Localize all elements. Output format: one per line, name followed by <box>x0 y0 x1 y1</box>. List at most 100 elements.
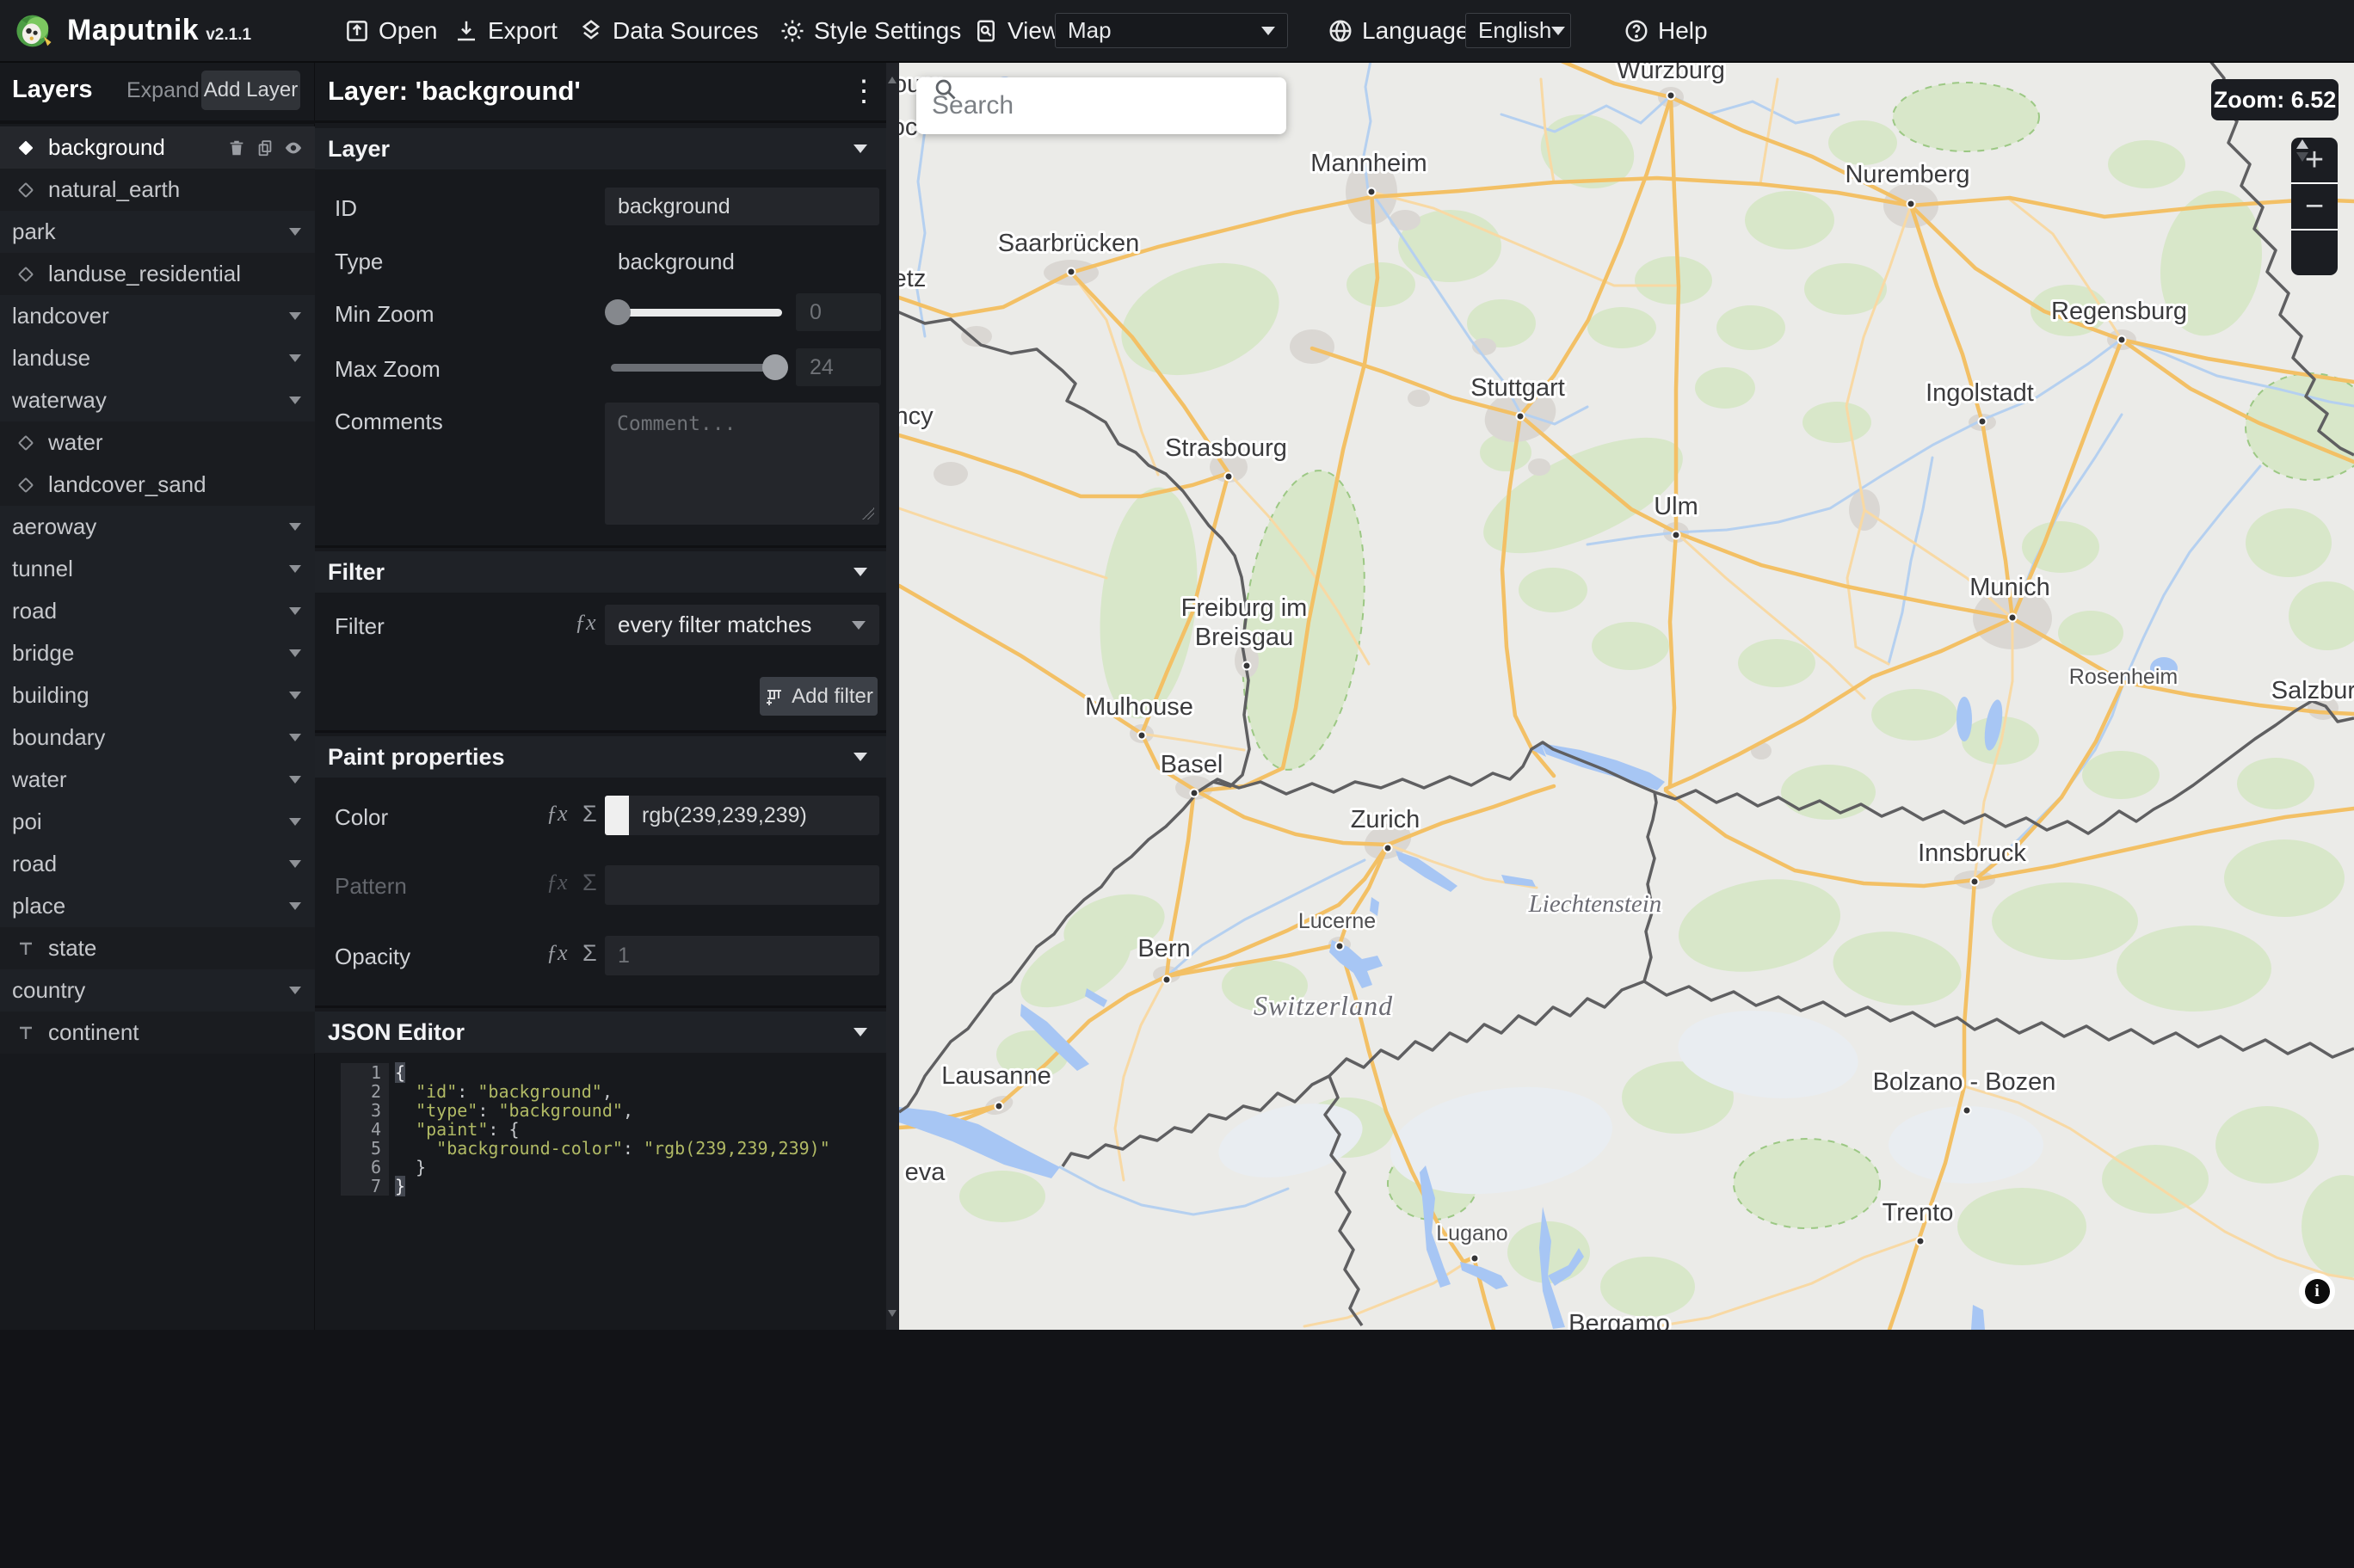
json-code-editor[interactable]: 1{2 "id": "background", 3 "type": "backgr… <box>341 1062 881 1196</box>
chevron-down-icon <box>289 607 301 615</box>
compass-button[interactable] <box>2291 139 2338 275</box>
layer-item-road[interactable]: road <box>0 843 315 885</box>
nav-item-data-sources[interactable]: Data Sources <box>578 0 759 61</box>
layer-item-road[interactable]: road <box>0 590 315 632</box>
section-json-editor[interactable]: JSON Editor <box>315 1012 886 1053</box>
opacity-field[interactable]: 1 <box>605 936 879 975</box>
nav-item-help[interactable]: Help <box>1624 0 1708 61</box>
section-paint[interactable]: Paint properties <box>315 736 886 778</box>
view-select[interactable]: Map <box>1055 13 1288 48</box>
code-line: 7} <box>341 1176 881 1196</box>
min-zoom-slider-thumb[interactable] <box>605 299 631 325</box>
layer-item-poi[interactable]: poi <box>0 801 315 843</box>
layer-item-place[interactable]: place <box>0 885 315 927</box>
nav-item-view[interactable]: View <box>973 0 1059 61</box>
map-label: Mannheim <box>1310 150 1427 177</box>
comments-label: Comments <box>335 409 443 434</box>
map-label: Bolzano - Bozen <box>1873 1068 2056 1096</box>
scroll-up-icon[interactable] <box>888 77 897 83</box>
nav-item-label: Help <box>1658 16 1708 44</box>
delete-layer-icon[interactable] <box>227 138 246 157</box>
add-layer-button[interactable]: Add Layer <box>201 71 300 110</box>
layer-item-water[interactable]: water <box>0 421 315 464</box>
layer-item-natural_earth[interactable]: natural_earth <box>0 169 315 211</box>
type-label: Type <box>335 249 384 274</box>
map-label: Trento <box>1883 1199 1954 1227</box>
layer-item-tunnel[interactable]: tunnel <box>0 548 315 590</box>
layer-item-aeroway[interactable]: aeroway <box>0 506 315 548</box>
layer-item-building[interactable]: building <box>0 674 315 716</box>
max-zoom-slider-thumb[interactable] <box>762 354 788 380</box>
layer-item-landuse[interactable]: landuse <box>0 337 315 379</box>
duplicate-layer-icon[interactable] <box>256 138 274 157</box>
toggle-visibility-icon[interactable] <box>284 138 303 157</box>
filter-combinator-select[interactable]: every filter matches <box>605 605 879 645</box>
nav-item-style-settings[interactable]: Style Settings <box>780 0 961 61</box>
map-search-input[interactable]: Search <box>916 77 1286 134</box>
layer-item-landuse_residential[interactable]: landuse_residential <box>0 253 315 295</box>
max-zoom-slider[interactable] <box>611 364 782 372</box>
chevron-down-icon <box>289 312 301 320</box>
layer-item-state[interactable]: state <box>0 927 315 969</box>
nav-item-open[interactable]: Open <box>344 0 438 61</box>
pattern-label: Pattern <box>335 873 407 899</box>
map-label: Switzerland <box>1254 990 1393 1021</box>
attribution-button[interactable]: i <box>2299 1273 2335 1309</box>
chevron-down-icon <box>853 145 867 153</box>
min-zoom-slider[interactable] <box>611 309 782 317</box>
code-line: 2 "id": "background", <box>341 1082 881 1101</box>
language-select[interactable]: English <box>1465 13 1571 48</box>
layer-item-waterway[interactable]: waterway <box>0 379 315 421</box>
map-label: Würzburg <box>1617 61 1725 84</box>
min-zoom-value: 0 <box>810 299 822 324</box>
comments-field[interactable] <box>605 403 879 525</box>
add-filter-button[interactable]: Add filter <box>760 677 878 716</box>
city-dot <box>2007 612 2018 623</box>
layer-item-bridge[interactable]: bridge <box>0 632 315 674</box>
layer-item-boundary[interactable]: boundary <box>0 716 315 759</box>
map-canvas[interactable]: bourgocWürzburgMannheimNurembergSaarbrüc… <box>899 61 2354 1330</box>
line-number: 2 <box>341 1082 389 1101</box>
layer-item-landcover_sand[interactable]: landcover_sand <box>0 464 315 506</box>
layer-item-park[interactable]: park <box>0 211 315 253</box>
sigma-icon[interactable]: Σ <box>582 940 597 967</box>
layer-item-country[interactable]: country <box>0 969 315 1012</box>
city-dot <box>1242 661 1252 671</box>
pattern-field[interactable] <box>605 865 879 905</box>
scroll-down-icon[interactable] <box>888 1310 897 1317</box>
color-field[interactable]: rgb(239,239,239) <box>605 796 879 835</box>
fx-icon[interactable]: ƒx <box>546 801 568 827</box>
color-swatch[interactable] <box>605 796 629 835</box>
resize-handle[interactable] <box>862 507 874 520</box>
city-dot <box>2117 335 2127 345</box>
layer-item-water[interactable]: water <box>0 759 315 801</box>
map-view[interactable]: bourgocWürzburgMannheimNurembergSaarbrüc… <box>899 61 2354 1330</box>
line-number: 7 <box>341 1177 389 1196</box>
layer-item-continent[interactable]: continent <box>0 1012 315 1054</box>
expand-button[interactable]: Expand <box>126 72 200 108</box>
layer-item-background[interactable]: background <box>0 126 315 169</box>
chevron-down-icon <box>289 565 301 573</box>
layer-item-landcover[interactable]: landcover <box>0 295 315 337</box>
section-filter[interactable]: Filter <box>315 551 886 593</box>
editor-scrollbar[interactable] <box>886 61 899 1330</box>
fx-icon[interactable]: ƒx <box>575 610 596 636</box>
layer-item-label: bridge <box>12 640 75 666</box>
zoom-out-button[interactable]: − <box>2291 182 2338 229</box>
diamond-icon <box>15 264 36 285</box>
layer-menu-button[interactable]: ⋮ <box>847 71 881 111</box>
section-layer[interactable]: Layer <box>315 128 886 169</box>
code-line: 6 } <box>341 1158 881 1177</box>
diamond-icon <box>15 180 36 200</box>
nav-item-label: Language <box>1362 16 1470 44</box>
layer-item-label: aeroway <box>12 513 97 539</box>
nav-item-export[interactable]: Export <box>453 0 558 61</box>
layer-item-label: landcover_sand <box>48 471 206 497</box>
color-label: Color <box>335 804 389 830</box>
nav-item-language[interactable]: Language <box>1328 0 1470 61</box>
sigma-icon[interactable]: Σ <box>582 801 597 827</box>
max-zoom-field[interactable]: 24 <box>796 348 881 386</box>
id-field[interactable]: background <box>605 188 879 225</box>
fx-icon[interactable]: ƒx <box>546 940 568 966</box>
min-zoom-field[interactable]: 0 <box>796 293 881 331</box>
